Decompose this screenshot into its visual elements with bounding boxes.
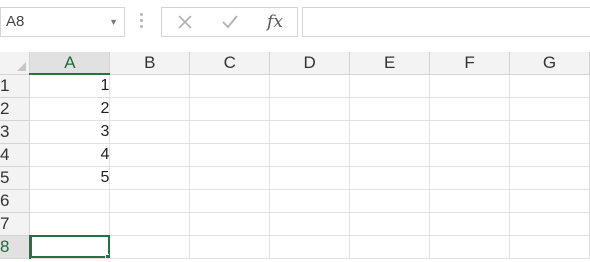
cell-f7[interactable]: [429, 212, 510, 236]
cell-c6[interactable]: [189, 189, 271, 213]
cell-e1[interactable]: [349, 74, 431, 98]
cell-a6[interactable]: [29, 189, 111, 213]
cell-a3[interactable]: 3: [29, 120, 111, 144]
cell-b3[interactable]: [109, 120, 191, 144]
spreadsheet-grid: ABCDEFG 1122334455678: [0, 52, 590, 262]
select-all-icon: [17, 61, 27, 71]
row-header-7[interactable]: 7: [0, 212, 31, 236]
row-header-2[interactable]: 2: [0, 97, 31, 121]
cell-b1[interactable]: [109, 74, 191, 98]
table-row: 11: [0, 74, 590, 98]
table-row: 22: [0, 97, 590, 121]
cell-e2[interactable]: [349, 97, 431, 121]
column-header-g[interactable]: G: [509, 52, 590, 75]
close-icon: [178, 15, 192, 29]
cell-b8[interactable]: [109, 235, 191, 259]
table-row: 6: [0, 189, 590, 213]
cell-b2[interactable]: [109, 97, 191, 121]
cell-f6[interactable]: [429, 189, 510, 213]
cell-g6[interactable]: [509, 189, 590, 213]
column-header-d[interactable]: D: [269, 52, 351, 75]
column-header-a[interactable]: A: [29, 52, 111, 75]
cell-c4[interactable]: [189, 143, 271, 167]
cell-f5[interactable]: [429, 166, 510, 190]
select-all-button[interactable]: [0, 52, 31, 75]
cancel-button[interactable]: [170, 8, 200, 36]
table-row: 7: [0, 212, 590, 236]
fill-handle[interactable]: [105, 253, 109, 257]
chevron-down-icon[interactable]: ▼: [109, 8, 118, 36]
check-icon: [222, 15, 238, 29]
cell-b6[interactable]: [109, 189, 191, 213]
cell-c7[interactable]: [189, 212, 271, 236]
cell-e8[interactable]: [349, 235, 431, 259]
cell-f1[interactable]: [429, 74, 510, 98]
column-header-f[interactable]: F: [429, 52, 510, 75]
table-row: 55: [0, 166, 590, 190]
cell-a7[interactable]: [29, 212, 111, 236]
cell-b7[interactable]: [109, 212, 191, 236]
cell-d6[interactable]: [269, 189, 351, 213]
cell-e4[interactable]: [349, 143, 431, 167]
cell-e6[interactable]: [349, 189, 431, 213]
cell-a8[interactable]: [29, 235, 111, 259]
cell-c5[interactable]: [189, 166, 271, 190]
cell-a2[interactable]: 2: [29, 97, 111, 121]
table-row: 8: [0, 235, 590, 259]
column-header-row: ABCDEFG: [0, 52, 590, 75]
cell-d7[interactable]: [269, 212, 351, 236]
enter-button[interactable]: [215, 8, 245, 36]
row-header-3[interactable]: 3: [0, 120, 31, 144]
cell-g2[interactable]: [509, 97, 590, 121]
cell-b4[interactable]: [109, 143, 191, 167]
formula-bar-grip-icon[interactable]: [140, 13, 144, 31]
cell-f4[interactable]: [429, 143, 510, 167]
cell-a1[interactable]: 1: [29, 74, 111, 98]
cell-f8[interactable]: [429, 235, 510, 259]
cell-a5[interactable]: 5: [29, 166, 111, 190]
name-box[interactable]: A8 ▼: [0, 7, 125, 37]
table-row: 44: [0, 143, 590, 167]
cell-d5[interactable]: [269, 166, 351, 190]
formula-input[interactable]: [302, 7, 590, 37]
column-header-e[interactable]: E: [349, 52, 431, 75]
row-header-4[interactable]: 4: [0, 143, 31, 167]
cell-e5[interactable]: [349, 166, 431, 190]
insert-function-button[interactable]: fx: [260, 8, 290, 36]
table-row: 33: [0, 120, 590, 144]
name-box-value: A8: [6, 13, 25, 30]
cell-b5[interactable]: [109, 166, 191, 190]
cell-f2[interactable]: [429, 97, 510, 121]
row-header-5[interactable]: 5: [0, 166, 31, 190]
cell-f3[interactable]: [429, 120, 510, 144]
formula-bar: A8 ▼ fx: [0, 0, 590, 48]
cell-e7[interactable]: [349, 212, 431, 236]
row-header-8[interactable]: 8: [0, 235, 31, 259]
cell-g7[interactable]: [509, 212, 590, 236]
cell-d2[interactable]: [269, 97, 351, 121]
column-header-b[interactable]: B: [109, 52, 191, 75]
function-icon: fx: [267, 12, 283, 32]
cell-c2[interactable]: [189, 97, 271, 121]
cell-g8[interactable]: [509, 235, 590, 259]
cell-c3[interactable]: [189, 120, 271, 144]
cell-a4[interactable]: 4: [29, 143, 111, 167]
row-header-6[interactable]: 6: [0, 189, 31, 213]
cell-d1[interactable]: [269, 74, 351, 98]
cell-d3[interactable]: [269, 120, 351, 144]
cell-g1[interactable]: [509, 74, 590, 98]
cell-e3[interactable]: [349, 120, 431, 144]
cell-c1[interactable]: [189, 74, 271, 98]
cell-g3[interactable]: [509, 120, 590, 144]
row-header-1[interactable]: 1: [0, 74, 31, 98]
cell-g5[interactable]: [509, 166, 590, 190]
cell-d4[interactable]: [269, 143, 351, 167]
cell-c8[interactable]: [189, 235, 271, 259]
grid-table: ABCDEFG 1122334455678: [0, 52, 590, 259]
cell-d8[interactable]: [269, 235, 351, 259]
column-header-c[interactable]: C: [189, 52, 271, 75]
cell-g4[interactable]: [509, 143, 590, 167]
formula-buttons: fx: [161, 7, 298, 37]
